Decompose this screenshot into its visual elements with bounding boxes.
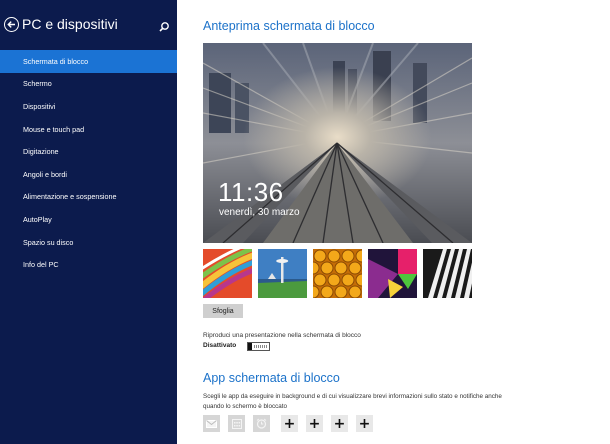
sidebar-header: PC e dispositivi: [0, 0, 177, 48]
lock-screen-preview: 11:36 venerdì, 30 marzo: [203, 43, 472, 243]
calendar-icon: [231, 418, 242, 429]
wallpaper-thumb-piano[interactable]: [423, 249, 472, 298]
back-button[interactable]: [4, 17, 19, 32]
plus-icon: +: [358, 415, 371, 432]
plus-icon: +: [283, 415, 296, 432]
plus-icon: +: [333, 415, 346, 432]
plus-icon: +: [308, 415, 321, 432]
search-button[interactable]: [158, 20, 170, 32]
sidebar-item-label: Schermata di blocco: [23, 56, 89, 66]
slideshow-toggle-row: Disattivato: [203, 342, 303, 351]
lock-screen-date: venerdì, 30 marzo: [219, 207, 300, 218]
add-app-button[interactable]: +: [356, 415, 373, 432]
app-slot-alarm[interactable]: [253, 415, 270, 432]
sidebar-item-label: Digitazione: [23, 147, 59, 157]
add-app-button[interactable]: +: [306, 415, 323, 432]
wallpaper-thumb-geometric[interactable]: [368, 249, 417, 298]
search-icon: [159, 22, 169, 32]
sidebar-item-pc-info[interactable]: Info del PC: [0, 253, 177, 276]
sidebar-item-devices[interactable]: Dispositivi: [0, 95, 177, 118]
preview-title: Anteprima schermata di blocco: [203, 19, 375, 33]
main-content: Anteprima schermata di blocco 11:36 vene…: [177, 0, 610, 444]
sidebar-item-label: AutoPlay: [23, 214, 52, 224]
mail-icon: [206, 419, 217, 428]
sidebar-item-label: Dispositivi: [23, 101, 56, 111]
alarm-icon: [256, 418, 267, 429]
add-app-button[interactable]: +: [281, 415, 298, 432]
lock-apps-description: Scegli le app da eseguire in background …: [203, 393, 502, 410]
wallpaper-thumb-stripes[interactable]: [203, 249, 252, 298]
sidebar-item-lock-screen[interactable]: Schermata di blocco: [0, 50, 177, 73]
toggle-track: [254, 345, 268, 348]
sidebar-item-label: Mouse e touch pad: [23, 124, 85, 134]
sidebar-nav: Schermata di blocco Schermo Dispositivi …: [0, 50, 177, 276]
slideshow-toggle[interactable]: [247, 342, 270, 351]
lock-apps-title: App schermata di blocco: [203, 371, 340, 385]
sidebar-title: PC e dispositivi: [22, 16, 118, 32]
add-app-button[interactable]: +: [331, 415, 348, 432]
slideshow-label: Riproduci una presentazione nella scherm…: [203, 332, 361, 339]
wallpaper-thumb-honeycomb[interactable]: [313, 249, 362, 298]
sidebar: PC e dispositivi Schermata di blocco Sch…: [0, 0, 177, 444]
sidebar-item-disk-space[interactable]: Spazio su disco: [0, 231, 177, 254]
sidebar-item-display[interactable]: Schermo: [0, 73, 177, 96]
app-slot-calendar[interactable]: [228, 415, 245, 432]
sidebar-item-autoplay[interactable]: AutoPlay: [0, 208, 177, 231]
sidebar-item-typing[interactable]: Digitazione: [0, 140, 177, 163]
wallpaper-thumbnails: [203, 249, 472, 298]
sidebar-item-label: Spazio su disco: [23, 237, 74, 247]
sidebar-item-corners-edges[interactable]: Angoli e bordi: [0, 163, 177, 186]
sidebar-item-mouse-touchpad[interactable]: Mouse e touch pad: [0, 118, 177, 141]
lock-screen-time: 11:36: [218, 177, 284, 207]
toggle-knob: [248, 343, 252, 350]
back-arrow-icon: [7, 21, 15, 28]
browse-button[interactable]: Sfoglia: [203, 304, 243, 318]
lock-app-slots: + + + +: [203, 415, 403, 432]
sidebar-item-label: Angoli e bordi: [23, 169, 67, 179]
slideshow-state: Disattivato: [203, 342, 237, 349]
wallpaper-thumb-seattle[interactable]: [258, 249, 307, 298]
sidebar-item-label: Schermo: [23, 79, 52, 89]
sidebar-item-label: Info del PC: [23, 260, 59, 270]
app-slot-mail[interactable]: [203, 415, 220, 432]
sidebar-item-power-sleep[interactable]: Alimentazione e sospensione: [0, 186, 177, 209]
sidebar-item-label: Alimentazione e sospensione: [23, 192, 117, 202]
